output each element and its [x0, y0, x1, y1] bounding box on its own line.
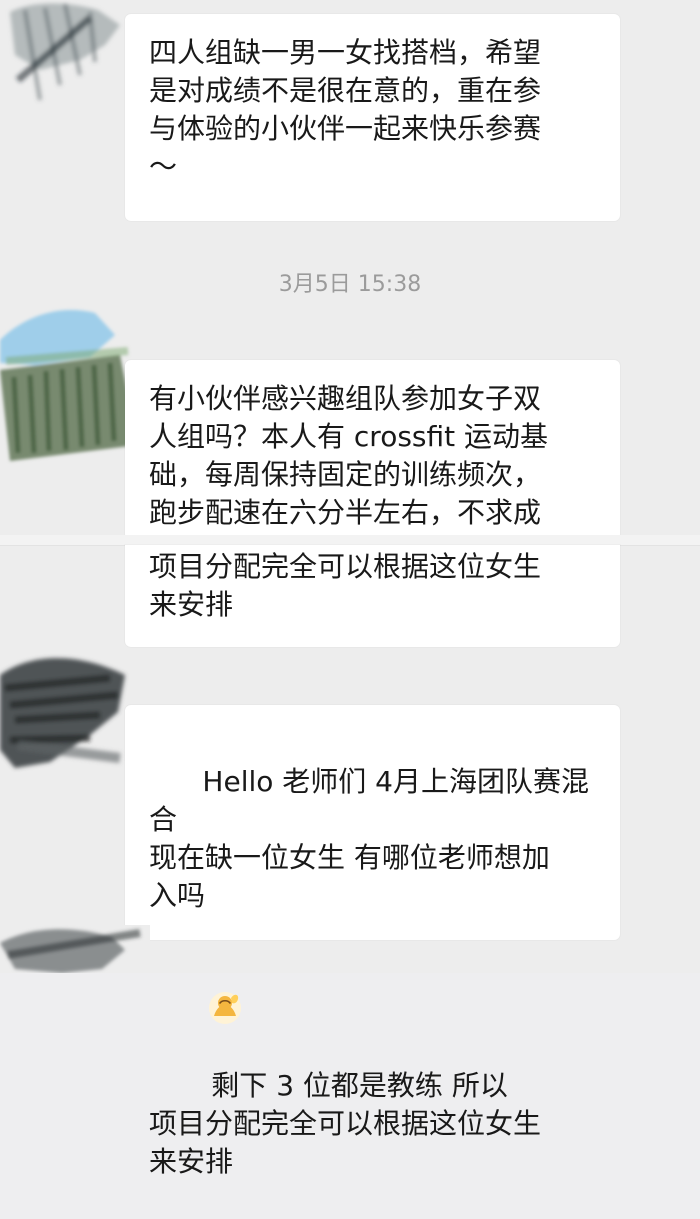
message-text: 有小伙伴感兴趣组队参加女子双 人组吗？本人有 crossfit 运动基 础，每周…	[149, 382, 549, 529]
screenshot-crop-band	[0, 535, 700, 545]
message-bubble[interactable]: Hello 老师们 4月上海团队赛混合 现在缺一位女生 有哪位老师想加 入吗 剩…	[125, 705, 620, 1178]
message-bubble[interactable]: 项目分配完全可以根据这位女生 来安排	[125, 545, 620, 647]
message-text-part: Hello 老师们 4月上海团队赛混合 现在缺一位女生 有哪位老师想加 入吗	[149, 765, 589, 912]
message-text: 四人组缺一男一女找搭档，希望 是对成绩不是很在意的，重在参 与体验的小伙伴一起来…	[149, 36, 542, 183]
blurred-avatar-image	[0, 925, 150, 973]
message-bubble[interactable]: 四人组缺一男一女找搭档，希望 是对成绩不是很在意的，重在参 与体验的小伙伴一起来…	[125, 14, 620, 221]
chat-history: 四人组缺一男一女找搭档，希望 是对成绩不是很在意的，重在参 与体验的小伙伴一起来…	[0, 0, 700, 1178]
message-text-part: 剩下 3 位都是教练 所以 项目分配完全可以根据这位女生 来安排	[149, 1069, 542, 1178]
message-bubble[interactable]: 有小伙伴感兴趣组队参加女子双 人组吗？本人有 crossfit 运动基 础，每周…	[125, 360, 620, 540]
message-text: 项目分配完全可以根据这位女生 来安排	[149, 550, 542, 621]
message-text: Hello 老师们 4月上海团队赛混合 现在缺一位女生 有哪位老师想加 入吗 剩…	[149, 725, 596, 1219]
avatar[interactable]	[0, 925, 150, 973]
person-raising-hand-emoji	[208, 915, 242, 1024]
